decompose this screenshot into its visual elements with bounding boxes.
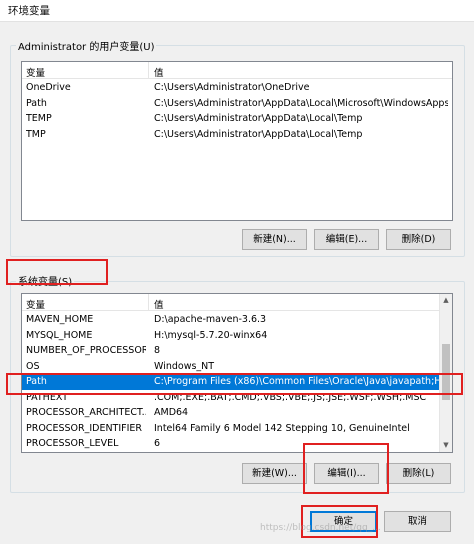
column-header-variable[interactable]: 变量 (22, 294, 149, 311)
column-header-value[interactable]: 值 (150, 62, 164, 79)
user-new-button[interactable]: 新建(N)... (242, 229, 307, 250)
variable-value: C:\Users\Administrator\AppData\Local\Mic… (154, 97, 448, 109)
scroll-up-arrow-icon[interactable]: ▲ (440, 294, 452, 307)
column-header-value[interactable]: 值 (150, 294, 164, 311)
column-header-variable[interactable]: 变量 (22, 62, 149, 79)
system-variables-label: 系统变量(S) (16, 273, 75, 288)
variable-value: C:\Program Files (x86)\Common Files\Orac… (154, 376, 448, 387)
scrollbar-thumb[interactable] (442, 344, 450, 400)
table-row[interactable]: PATHEXT .COM;.EXE;.BAT;.CMD;.VBS;.VBE;.JS… (22, 391, 452, 406)
table-row[interactable]: TMP C:\Users\Administrator\AppData\Local\… (22, 128, 452, 143)
system-list-scrollbar[interactable]: ▲ ▼ (439, 294, 452, 452)
table-row[interactable]: OneDrive C:\Users\Administrator\OneDrive (22, 81, 452, 96)
cancel-button[interactable]: 取消 (384, 511, 451, 532)
window-title: 环境变量 (8, 5, 50, 17)
variable-value: C:\Users\Administrator\AppData\Local\Tem… (154, 128, 363, 140)
table-row[interactable]: MYSQL_HOME H:\mysql-5.7.20-winx64 (22, 329, 452, 344)
user-delete-button[interactable]: 删除(D) (386, 229, 451, 250)
user-variables-list[interactable]: 变量 值 OneDrive C:\Users\Administrator\OneD… (21, 61, 453, 221)
variable-value: AMD64 (154, 407, 189, 418)
variable-value: 8 (154, 345, 161, 356)
variable-value: C:\Users\Administrator\OneDrive (154, 82, 310, 93)
variable-value: H:\mysql-5.7.20-winx64 (154, 329, 268, 341)
user-list-header: 变量 值 (22, 62, 452, 79)
user-variables-label: Administrator 的用户变量(U) (16, 38, 157, 53)
variable-name: OneDrive (26, 82, 71, 93)
system-delete-button[interactable]: 删除(L) (386, 463, 451, 484)
table-row[interactable]: Path C:\Program Files (x86)\Common Files\… (22, 375, 452, 390)
scroll-down-arrow-icon[interactable]: ▼ (440, 439, 452, 452)
table-row[interactable]: OS Windows_NT (22, 360, 452, 375)
table-row[interactable]: PROCESSOR_IDENTIFIER Intel64 Family 6 Mod… (22, 422, 452, 437)
system-variables-list[interactable]: 变量 值 MAVEN_HOME D:\apache-maven-3.6.3 MYSQ… (21, 293, 453, 453)
variable-name: PROCESSOR_LEVEL (26, 438, 119, 449)
user-edit-button[interactable]: 编辑(E)... (314, 229, 379, 250)
variable-value: Intel64 Family 6 Model 142 Stepping 10, … (154, 422, 410, 434)
system-new-button[interactable]: 新建(W)... (242, 463, 307, 484)
variable-name: NUMBER_OF_PROCESSORS (26, 345, 146, 356)
variable-name: OS (26, 360, 40, 372)
table-row[interactable]: MAVEN_HOME D:\apache-maven-3.6.3 (22, 313, 452, 328)
variable-value: C:\Users\Administrator\AppData\Local\Tem… (154, 113, 363, 124)
variable-name: TEMP (26, 113, 52, 124)
system-edit-button[interactable]: 编辑(I)... (314, 463, 379, 484)
variable-value: D:\apache-maven-3.6.3 (154, 314, 267, 325)
variable-value: 6 (154, 438, 161, 449)
title-bar: 环境变量 (0, 0, 474, 22)
variable-name: MYSQL_HOME (26, 329, 93, 341)
variable-name: PROCESSOR_ARCHITECT... (26, 407, 146, 418)
watermark-text: https://blog.csdn.net/qq_... (260, 523, 381, 533)
variable-name: MAVEN_HOME (26, 314, 94, 325)
variable-value: Windows_NT (154, 360, 215, 372)
table-row[interactable]: NUMBER_OF_PROCESSORS 8 (22, 344, 452, 359)
variable-name: PROCESSOR_IDENTIFIER (26, 422, 143, 434)
variable-name: PATHEXT (26, 391, 68, 403)
variable-name: Path (26, 376, 47, 387)
table-row[interactable]: PROCESSOR_ARCHITECT... AMD64 (22, 406, 452, 421)
variable-name: TMP (26, 128, 46, 140)
system-list-header: 变量 值 (22, 294, 452, 311)
variable-value: .COM;.EXE;.BAT;.CMD;.VBS;.VBE;.JS;.JSE;.… (154, 391, 427, 403)
table-row[interactable]: TEMP C:\Users\Administrator\AppData\Local… (22, 112, 452, 127)
table-row[interactable]: PROCESSOR_LEVEL 6 (22, 437, 452, 452)
table-row[interactable]: Path C:\Users\Administrator\AppData\Local… (22, 97, 452, 112)
variable-name: Path (26, 97, 47, 109)
